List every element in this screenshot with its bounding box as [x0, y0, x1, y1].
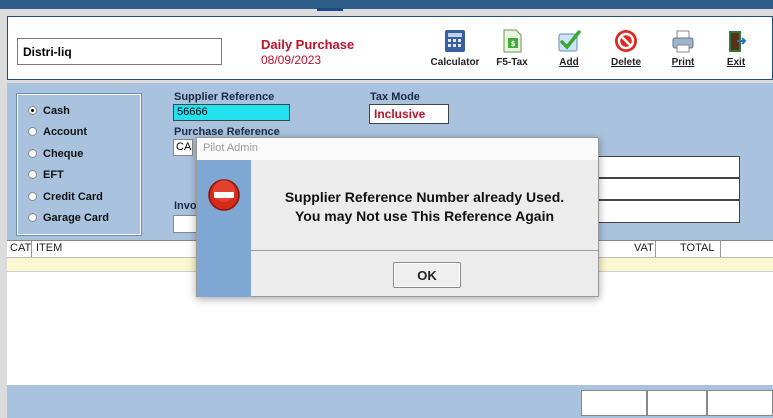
purchase-reference-input[interactable]: CA: [173, 139, 193, 156]
print-label: Print: [671, 57, 695, 68]
tax-mode-field[interactable]: Inclusive: [369, 104, 449, 124]
add-button[interactable]: Add: [539, 28, 599, 80]
radio-icon: [28, 170, 37, 179]
ok-button[interactable]: OK: [393, 262, 461, 288]
column-header-cat[interactable]: CAT: [10, 242, 31, 254]
totals-cell: [707, 390, 773, 416]
exit-door-icon: [729, 31, 747, 52]
calculator-button[interactable]: Calculator: [425, 28, 485, 80]
radio-garage-card[interactable]: Garage Card: [28, 212, 109, 224]
radio-cheque[interactable]: Cheque: [28, 148, 83, 160]
dialog-side-bar: [197, 160, 251, 297]
radio-icon: [28, 192, 37, 201]
radio-label: Credit Card: [43, 191, 103, 203]
radio-label: Garage Card: [43, 212, 110, 224]
dialog-message-line1: Supplier Reference Number already Used.: [284, 189, 565, 205]
page-title: Daily Purchase: [261, 37, 355, 52]
f5-tax-button[interactable]: $ F5-Tax: [482, 28, 542, 80]
totals-cell: [581, 390, 647, 416]
radio-icon: [28, 127, 37, 136]
title-strip: [0, 0, 773, 9]
radio-credit-card[interactable]: Credit Card: [28, 191, 103, 203]
radio-label: Account: [43, 126, 87, 138]
calculator-icon: [445, 30, 465, 52]
right-field-3[interactable]: [596, 200, 740, 223]
dialog-divider: [251, 250, 598, 251]
radio-label: Cheque: [43, 148, 84, 160]
printer-icon: [672, 30, 694, 53]
radio-label: EFT: [43, 169, 64, 181]
tax-mode-label: Tax Mode: [370, 91, 420, 103]
column-header-item[interactable]: ITEM: [36, 242, 62, 254]
radio-account[interactable]: Account: [28, 126, 87, 138]
print-button[interactable]: Print: [653, 28, 713, 80]
right-field-1[interactable]: [596, 156, 740, 178]
totals-cell: [647, 390, 707, 416]
column-header-total[interactable]: TOTAL: [680, 242, 714, 254]
supplier-reference-input[interactable]: 56666: [173, 104, 290, 121]
exit-button[interactable]: Exit: [706, 28, 766, 80]
add-label: Add: [559, 57, 579, 68]
radio-label: Cash: [43, 105, 70, 117]
exit-label: Exit: [726, 57, 746, 68]
delete-no-icon: [615, 30, 637, 52]
add-checkmark-icon: [558, 30, 581, 52]
dialog-title: Pilot Admin: [197, 138, 598, 160]
radio-eft[interactable]: EFT: [28, 169, 64, 181]
dialog-message-line2: You may Not use This Reference Again: [294, 208, 555, 224]
right-field-2[interactable]: [596, 178, 740, 200]
column-header-vat[interactable]: VAT: [634, 242, 654, 254]
f5-tax-label: F5-Tax: [496, 57, 528, 68]
radio-cash[interactable]: Cash: [28, 105, 70, 117]
delete-button[interactable]: Delete: [596, 28, 656, 80]
page-date: 08/09/2023: [261, 53, 322, 67]
radio-selected-icon: [28, 106, 37, 115]
column-divider: [720, 241, 721, 257]
message-dialog: Pilot Admin Supplier Reference Number al…: [196, 137, 599, 297]
radio-icon: [28, 213, 37, 222]
stop-error-icon: [208, 179, 240, 211]
calculator-label: Calculator: [430, 57, 480, 68]
title-notch: [317, 8, 343, 11]
svg-text:$: $: [511, 40, 516, 48]
supplier-reference-label: Supplier Reference: [174, 91, 275, 103]
radio-icon: [28, 149, 37, 158]
company-name: Distri-liq: [17, 38, 222, 65]
dialog-message: Supplier Reference Number already Used. …: [251, 160, 598, 252]
delete-label: Delete: [610, 57, 641, 68]
tax-document-icon: $: [503, 29, 522, 53]
